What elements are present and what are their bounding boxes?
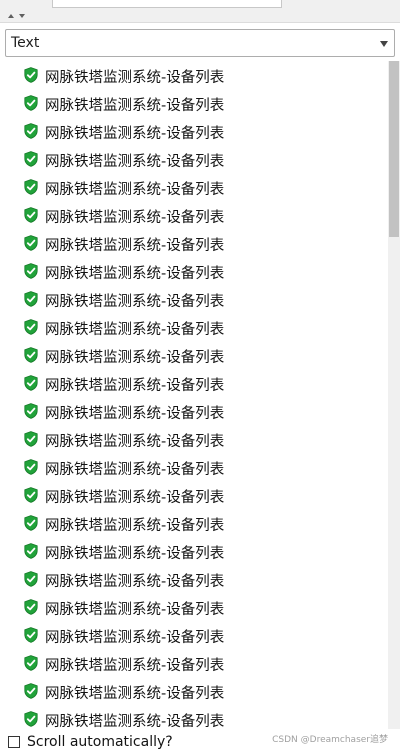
list-item[interactable]: 网脉铁塔监测系统-设备列表 [0,173,388,201]
shield-check-icon [24,431,38,447]
list-item-label: 网脉铁塔监测系统-设备列表 [45,70,225,86]
shield-check-icon [24,375,38,391]
list-item-label: 网脉铁塔监测系统-设备列表 [45,630,225,646]
shield-check-icon [24,515,38,531]
shield-check-icon [24,599,38,615]
list-item[interactable]: 网脉铁塔监测系统-设备列表 [0,677,388,705]
watermark: CSDN @Dreamchaser追梦 [272,735,388,745]
device-list: 网脉铁塔监测系统-设备列表 网脉铁塔监测系统-设备列表 网脉铁塔监测系统-设备列表网… [0,61,400,729]
list-item-label: 网脉铁塔监测系统-设备列表 [45,462,225,478]
list-item[interactable]: 网脉铁塔监测系统-设备列表 [0,425,388,453]
list-item[interactable]: 网脉铁塔监测系统-设备列表 [0,537,388,565]
list-item-label: 网脉铁塔监测系统-设备列表 [45,658,225,674]
list-item[interactable]: 网脉铁塔监测系统-设备列表 [0,341,388,369]
list-item-label: 网脉铁塔监测系统-设备列表 [45,294,225,310]
list-item-label: 网脉铁塔监测系统-设备列表 [45,182,225,198]
log-viewer-panel: Text 网脉铁塔监测系统-设备列表 网脉铁塔监测系统-设备列表 网脉铁塔监测系统-… [0,0,400,751]
list-item[interactable]: 网脉铁塔监测系统-设备列表 [0,649,388,677]
list-item[interactable]: 网脉铁塔监测系统-设备列表 [0,621,388,649]
shield-check-icon [24,291,38,307]
list-item-label: 网脉铁塔监测系统-设备列表 [45,518,225,534]
shield-check-icon [24,235,38,251]
list-item[interactable]: 网脉铁塔监测系统-设备列表 [0,705,388,729]
list-item[interactable]: 网脉铁塔监测系统-设备列表 [0,565,388,593]
list-item-label: 网脉铁塔监测系统-设备列表 [45,378,225,394]
list-item[interactable]: 网脉铁塔监测系统-设备列表 [0,89,388,117]
list-item-label: 网脉铁塔监测系统-设备列表 [45,546,225,562]
shield-check-icon [24,571,38,587]
shield-check-icon [24,711,38,727]
list-item-label: 网脉铁塔监测系统-设备列表 [45,98,225,114]
list-item[interactable]: 网脉铁塔监测系统-设备列表 [0,453,388,481]
list-item[interactable]: 网脉铁塔监测系统-设备列表 [0,61,388,89]
top-toolbar [0,0,400,23]
shield-check-icon [24,683,38,699]
shield-check-icon [24,123,38,139]
list-item-label: 网脉铁塔监测系统-设备列表 [45,602,225,618]
list-item[interactable]: 网脉铁塔监测系统-设备列表 [0,285,388,313]
list-item[interactable]: 网脉铁塔监测系统-设备列表 [0,145,388,173]
shield-check-icon [24,207,38,223]
list-item[interactable]: 网脉铁塔监测系统-设备列表 [0,369,388,397]
list-item[interactable]: 网脉铁塔监测系统-设备列表 [0,509,388,537]
bottom-bar: Scroll automatically? CSDN @Dreamchaser追… [0,729,400,751]
list-item-label: 网脉铁塔监测系统-设备列表 [45,266,225,282]
scroll-automatically-checkbox[interactable] [8,736,20,748]
scroll-automatically-label[interactable]: Scroll automatically? [27,734,173,750]
list-item[interactable]: 网脉铁塔监测系统-设备列表 [0,481,388,509]
shield-check-icon [24,347,38,363]
shield-check-icon [24,67,38,83]
list-item-label: 网脉铁塔监测系统-设备列表 [45,434,225,450]
vertical-scrollbar[interactable] [388,61,400,729]
list-item-label: 网脉铁塔监测系统-设备列表 [45,686,225,702]
list-item[interactable]: 网脉铁塔监测系统-设备列表 [0,257,388,285]
shield-check-icon [24,543,38,559]
chevron-down-icon[interactable] [380,41,388,47]
shield-check-icon [24,151,38,167]
list-item-label: 网脉铁塔监测系统-设备列表 [45,714,225,729]
list-item-label: 网脉铁塔监测系统-设备列表 [45,406,225,422]
list-item[interactable]: 网脉铁塔监测系统-设备列表 [0,201,388,229]
shield-check-icon [24,263,38,279]
list-item-label: 网脉铁塔监测系统-设备列表 [45,210,225,226]
scrollbar-thumb[interactable] [389,61,399,237]
list-item[interactable]: 网脉铁塔监测系统-设备列表 [0,397,388,425]
list-item-label: 网脉铁塔监测系统-设备列表 [45,322,225,338]
shield-check-icon [24,319,38,335]
shield-check-icon [24,403,38,419]
source-dropdown-value: Text [11,35,40,51]
shield-check-icon [24,179,38,195]
shield-check-icon [24,655,38,671]
list-item[interactable]: 网脉铁塔监测系统-设备列表 [0,313,388,341]
list-item[interactable]: 网脉铁塔监测系统-设备列表 [0,229,388,257]
top-filter-input[interactable] [52,0,282,8]
list-item-label: 网脉铁塔监测系统-设备列表 [45,350,225,366]
shield-check-icon [24,487,38,503]
list-item[interactable]: 网脉铁塔监测系统-设备列表 [0,593,388,621]
list-item[interactable]: 网脉铁塔监测系统-设备列表 [0,117,388,145]
shield-check-icon [24,459,38,475]
list-item-label: 网脉铁塔监测系统-设备列表 [45,126,225,142]
list-item-label: 网脉铁塔监测系统-设备列表 [45,154,225,170]
spin-up-icon[interactable] [8,14,14,18]
list-item-label: 网脉铁塔监测系统-设备列表 [45,490,225,506]
list-item-label: 网脉铁塔监测系统-设备列表 [45,238,225,254]
list-item-label: 网脉铁塔监测系统-设备列表 [45,574,225,590]
source-dropdown[interactable]: Text [5,29,395,57]
shield-check-icon [24,627,38,643]
spin-down-icon[interactable] [19,14,25,18]
shield-check-icon [24,95,38,111]
